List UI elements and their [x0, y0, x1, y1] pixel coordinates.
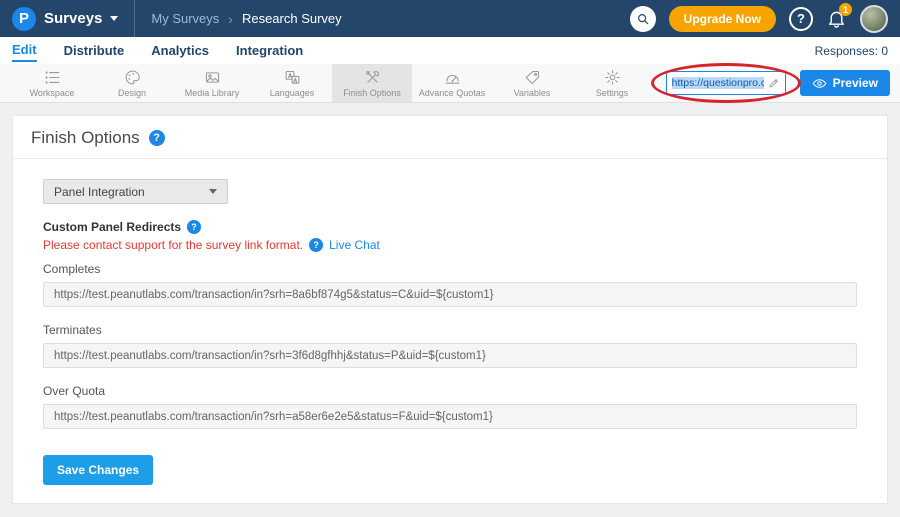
chevron-down-icon: [110, 16, 118, 21]
redirect-field-terminates: Terminates: [43, 323, 857, 368]
toolbar-item-finish-options[interactable]: Finish Options: [332, 64, 412, 102]
notification-badge: 1: [839, 3, 852, 16]
workspace-icon: [44, 69, 61, 86]
search-button[interactable]: [630, 6, 656, 32]
brand-name: Surveys: [44, 10, 102, 27]
topbar-actions: Upgrade Now ? 1: [630, 5, 888, 33]
toolbar-item-media-library[interactable]: Media Library: [172, 64, 252, 102]
gear-icon: [604, 69, 621, 86]
eye-icon: [812, 76, 827, 91]
over-quota-url-input[interactable]: [43, 404, 857, 429]
image-icon: [204, 69, 221, 86]
toolbar-item-design[interactable]: Design: [92, 64, 172, 102]
toolbar-item-label: Settings: [596, 88, 629, 98]
page-title: Finish Options: [31, 128, 140, 148]
edit-pencil-icon[interactable]: [768, 77, 780, 89]
support-note: Please contact support for the survey li…: [43, 238, 303, 252]
preview-label: Preview: [833, 76, 878, 90]
survey-url-wrap: https://questionpro.com/t/A: [666, 71, 786, 95]
custom-redirects-label: Custom Panel Redirects: [43, 220, 181, 234]
upgrade-now-button[interactable]: Upgrade Now: [669, 6, 776, 32]
toolbar-item-advance-quotas[interactable]: Advance Quotas: [412, 64, 492, 102]
notifications-button[interactable]: 1: [826, 8, 847, 29]
toolbar-item-settings[interactable]: Settings: [572, 64, 652, 102]
custom-redirects-row: Custom Panel Redirects ?: [43, 220, 857, 234]
section-nav: Edit Distribute Analytics Integration Re…: [0, 37, 900, 64]
tab-distribute[interactable]: Distribute: [64, 40, 125, 61]
toolbar-item-workspace[interactable]: Workspace: [12, 64, 92, 102]
tools-icon: [364, 69, 381, 86]
help-button[interactable]: ?: [789, 7, 813, 31]
finish-options-card: Finish Options ? Panel Integration Custo…: [12, 115, 888, 504]
breadcrumb-my-surveys[interactable]: My Surveys: [151, 11, 219, 26]
toolbar-item-label: Design: [118, 88, 146, 98]
search-icon: [636, 12, 650, 26]
toolbar-item-label: Media Library: [185, 88, 240, 98]
card-body: Panel Integration Custom Panel Redirects…: [13, 159, 887, 503]
survey-url-value: https://questionpro.com/t/A: [672, 77, 764, 89]
user-avatar[interactable]: [860, 5, 888, 33]
chevron-down-icon: [209, 189, 217, 194]
topbar: P Surveys My Surveys › Research Survey U…: [0, 0, 900, 37]
content-area: Finish Options ? Panel Integration Custo…: [0, 103, 900, 516]
toolbar-item-label: Advance Quotas: [419, 88, 486, 98]
toolbar-item-languages[interactable]: Languages: [252, 64, 332, 102]
help-icon[interactable]: ?: [187, 220, 201, 234]
redirect-field-completes: Completes: [43, 262, 857, 307]
field-label-terminates: Terminates: [43, 323, 857, 337]
questionpro-logo-icon: P: [12, 7, 36, 31]
breadcrumb-separator: ›: [228, 11, 233, 27]
redirect-field-over-quota: Over Quota: [43, 384, 857, 429]
toolbar-item-label: Languages: [270, 88, 315, 98]
panel-integration-dropdown[interactable]: Panel Integration: [43, 179, 228, 204]
live-chat-icon[interactable]: ?: [309, 238, 323, 252]
live-chat-link[interactable]: Live Chat: [329, 238, 380, 252]
completes-url-input[interactable]: [43, 282, 857, 307]
palette-icon: [124, 69, 141, 86]
toolbar-item-variables[interactable]: Variables: [492, 64, 572, 102]
tab-edit[interactable]: Edit: [12, 39, 37, 62]
responses-count: Responses: 0: [815, 44, 888, 58]
support-note-row: Please contact support for the survey li…: [43, 238, 857, 252]
edit-toolbar: Workspace Design Media Library Languages…: [0, 64, 900, 103]
breadcrumb-survey-name: Research Survey: [242, 11, 342, 26]
field-label-completes: Completes: [43, 262, 857, 276]
help-icon[interactable]: ?: [149, 130, 165, 146]
tag-icon: [524, 69, 541, 86]
preview-button[interactable]: Preview: [800, 70, 890, 96]
card-header: Finish Options ?: [13, 116, 887, 158]
toolbar-right: https://questionpro.com/t/A Preview: [666, 64, 900, 102]
toolbar-item-label: Variables: [514, 88, 551, 98]
survey-url-input[interactable]: https://questionpro.com/t/A: [666, 71, 786, 95]
field-label-over-quota: Over Quota: [43, 384, 857, 398]
languages-icon: [284, 69, 301, 86]
toolbar-item-label: Workspace: [30, 88, 75, 98]
product-switcher[interactable]: P Surveys: [12, 0, 135, 37]
gauge-icon: [444, 69, 461, 86]
tab-analytics[interactable]: Analytics: [151, 40, 209, 61]
save-changes-button[interactable]: Save Changes: [43, 455, 153, 485]
panel-integration-value: Panel Integration: [54, 185, 145, 199]
tab-integration[interactable]: Integration: [236, 40, 303, 61]
breadcrumb: My Surveys › Research Survey: [151, 11, 341, 27]
terminates-url-input[interactable]: [43, 343, 857, 368]
toolbar-item-label: Finish Options: [343, 88, 401, 98]
